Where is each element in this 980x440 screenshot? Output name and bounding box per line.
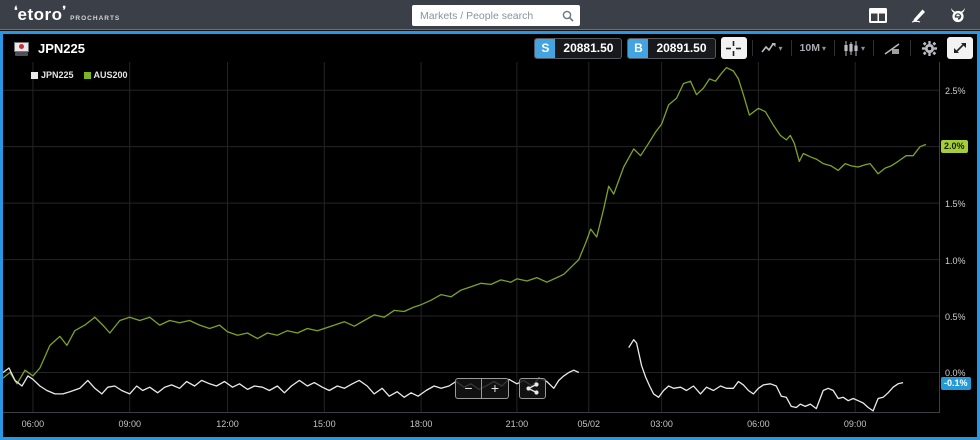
toolbar-divider [791,40,792,56]
top-bar: ❛etoro❜ PROCHARTS [0,0,980,30]
series-line-aus200 [3,68,926,384]
etoro-bull-icon[interactable] [948,6,968,24]
instrument-title: JPN225 [38,41,85,56]
y-axis-label: 0.0% [945,368,966,378]
buy-button[interactable]: B 20891.50 [627,38,715,59]
crosshair-button[interactable] [721,37,747,59]
legend-item-aus200[interactable]: AUS200 [84,70,128,80]
jpn225-last-price-badge: -0.1% [941,377,971,390]
y-axis-label: 1.5% [945,199,966,209]
legend-label: AUS200 [94,70,128,80]
y-axis-label: 1.0% [945,256,966,266]
logo-text: etoro [18,5,63,25]
sell-letter: S [535,38,555,59]
chart-header: JPN225 S 20881.50 B 20891.50 [3,34,977,62]
jpn225-swatch [31,72,38,79]
chart-type-button[interactable]: ▾ [758,37,786,59]
interval-label: 10M [800,42,820,54]
y-axis-label: 2.5% [945,86,966,96]
candlestick-button[interactable]: ▾ [840,37,868,59]
x-axis-label: 09:00 [110,419,150,429]
search-input[interactable] [412,10,562,22]
widgets-layout-icon[interactable] [868,6,888,24]
x-axis-label: 18:00 [401,419,441,429]
aus200-last-price-badge: 2.0% [941,140,968,153]
crosshair-icon [726,41,741,56]
etoro-logo[interactable]: ❛etoro❜ PROCHARTS [14,5,120,25]
share-button[interactable] [519,378,546,399]
zoom-controls: − + [455,378,546,399]
logo-horn-right: ❜ [63,4,67,17]
x-axis[interactable]: 06:00 09:00 12:00 15:00 18:00 21:00 05/02 03:00… [3,412,940,437]
x-axis-label: 21:00 [497,419,537,429]
indicators-button[interactable] [879,37,905,59]
chevron-down-icon: ▾ [779,44,783,53]
chart-legend: JPN225 AUS200 [31,70,128,80]
chart-area[interactable]: JPN225 AUS200 2.0% -0.1% 2.5% 1.5% 1.0% 0.5… [3,62,977,437]
chevron-down-icon: ▾ [822,44,826,53]
toolbar-divider [873,40,874,56]
expand-button[interactable] [947,37,973,59]
sell-price: 20881.50 [555,41,621,55]
sell-button[interactable]: S 20881.50 [534,38,622,59]
top-bar-actions [868,0,968,30]
japan-flag-icon [13,41,30,56]
x-axis-label: 03:00 [642,419,682,429]
y-axis[interactable]: 2.0% -0.1% 2.5% 1.5% 1.0% 0.5% 0.0% [940,62,977,412]
logo-subtitle: PROCHARTS [70,15,120,22]
gear-icon [922,41,937,56]
x-axis-label: 06:00 [13,419,53,429]
x-axis-label: 12:00 [208,419,248,429]
toolbar-divider [834,40,835,56]
y-axis-label: 0.5% [945,312,966,322]
toolbar-divider [910,40,911,56]
interval-dropdown[interactable]: 10M ▾ [797,37,829,59]
zoom-out-button[interactable]: − [455,378,482,399]
search-icon[interactable] [562,10,574,22]
legend-label: JPN225 [41,70,74,80]
price-plot[interactable] [3,62,940,412]
legend-item-jpn225[interactable]: JPN225 [31,70,74,80]
aus200-swatch [84,72,91,79]
buy-letter: B [628,38,648,59]
market-search[interactable] [412,5,580,26]
zoom-in-button[interactable]: + [482,378,509,399]
share-icon [526,382,539,395]
buy-price: 20891.50 [648,41,714,55]
x-axis-label: 06:00 [738,419,778,429]
chart-type-icon [761,42,777,55]
x-axis-label: 05/02 [569,419,609,429]
expand-icon [953,41,967,55]
indicators-icon [884,42,901,55]
chart-toolbar: S 20881.50 B 20891.50 [534,34,973,62]
candlestick-icon [843,41,859,56]
x-axis-label: 09:00 [835,419,875,429]
series-line-jpn225 [3,340,903,411]
chart-widget: JPN225 S 20881.50 B 20891.50 [0,31,980,440]
chevron-down-icon: ▾ [861,44,865,53]
x-axis-label: 15:00 [304,419,344,429]
edit-pencil-icon[interactable] [908,6,928,24]
toolbar-divider [752,40,753,56]
settings-button[interactable] [916,37,942,59]
